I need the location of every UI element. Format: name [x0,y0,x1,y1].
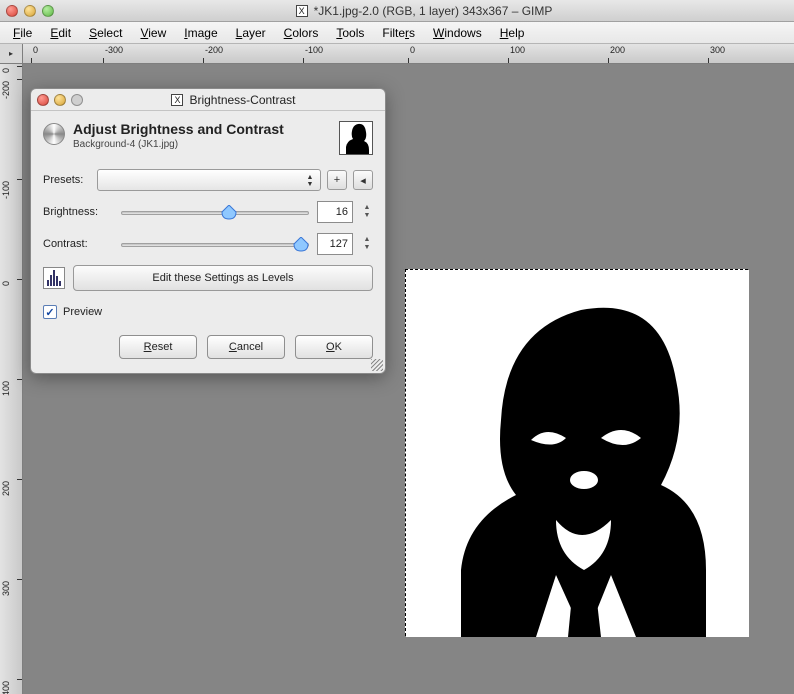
canvas-area: ▸ 0 -300 -200 -100 0 100 200 300 0 -200 … [0,44,794,694]
layer-thumbnail [339,121,373,155]
menu-file[interactable]: File [4,22,41,43]
close-window-button[interactable] [6,5,18,17]
brightness-value-input[interactable]: 16 [317,201,353,223]
plus-icon: + [334,174,340,186]
ruler-v-tick: 200 [1,481,11,496]
ruler-v-tick: 300 [1,581,11,596]
ruler-h-tick: -300 [105,45,123,55]
ruler-h-tick: 200 [610,45,625,55]
ruler-h-tick: 0 [33,45,38,55]
ruler-v-tick: -100 [1,181,11,199]
brightness-contrast-icon [43,123,65,145]
ruler-v-tick: 100 [1,381,11,396]
preview-label: Preview [63,306,102,318]
dialog-minimize-button[interactable] [54,94,66,106]
canvas-image[interactable] [405,269,748,636]
reset-button[interactable]: Reset [119,335,197,359]
image-content [406,270,749,637]
dialog-titlebar[interactable]: X Brightness-Contrast [31,89,385,111]
menu-tools[interactable]: Tools [327,22,373,43]
menu-help[interactable]: Help [491,22,534,43]
preset-menu-button[interactable]: ◂ [353,170,373,190]
zoom-window-button[interactable] [42,5,54,17]
menu-edit[interactable]: Edit [41,22,80,43]
ruler-h-tick: 100 [510,45,525,55]
brightness-slider[interactable] [121,203,309,221]
contrast-value-input[interactable]: 127 [317,233,353,255]
brightness-contrast-dialog: X Brightness-Contrast Adjust Brightness … [30,88,386,374]
resize-grip[interactable] [371,359,383,371]
presets-label: Presets: [43,174,91,186]
dialog-title: X Brightness-Contrast [88,93,379,107]
edit-as-levels-label: Edit these Settings as Levels [152,272,293,284]
menu-image[interactable]: Image [175,22,226,43]
dialog-subtitle: Background-4 (JK1.jpg) [73,139,331,150]
ruler-h-tick: 0 [410,45,415,55]
add-preset-button[interactable]: + [327,170,347,190]
ruler-horizontal[interactable]: 0 -300 -200 -100 0 100 200 300 [23,44,794,64]
window-title-text: *JK1.jpg-2.0 (RGB, 1 layer) 343x367 – GI… [314,4,553,18]
window-titlebar: X *JK1.jpg-2.0 (RGB, 1 layer) 343x367 – … [0,0,794,22]
brightness-label: Brightness: [43,206,113,218]
ok-button[interactable]: OK [295,335,373,359]
ruler-v-tick: -200 [1,81,11,99]
contrast-slider[interactable] [121,235,309,253]
ruler-vertical[interactable]: 0 -200 -100 0 100 200 300 400 [0,64,23,694]
preview-checkbox[interactable]: ✓ [43,305,57,319]
cancel-button[interactable]: Cancel [207,335,285,359]
dropdown-arrows-icon: ▲▼ [304,172,316,190]
contrast-label: Contrast: [43,238,113,250]
ruler-v-tick: 400 [1,681,11,694]
menu-bar: File Edit Select View Image Layer Colors… [0,22,794,44]
menu-windows[interactable]: Windows [424,22,491,43]
presets-dropdown[interactable]: ▲▼ [97,169,321,191]
dialog-title-text: Brightness-Contrast [189,93,295,107]
dialog-zoom-button[interactable] [71,94,83,106]
menu-filters[interactable]: Filters [373,22,424,43]
menu-view[interactable]: View [131,22,175,43]
edit-as-levels-button[interactable]: Edit these Settings as Levels [73,265,373,291]
levels-icon [43,267,65,289]
ruler-v-tick: 0 [1,68,11,73]
brightness-spinner[interactable]: ▲▼ [361,204,373,220]
ruler-h-tick: 300 [710,45,725,55]
ruler-v-tick: 0 [1,281,11,286]
ruler-h-tick: -100 [305,45,323,55]
ruler-corner[interactable]: ▸ [0,44,23,64]
contrast-spinner[interactable]: ▲▼ [361,236,373,252]
x-app-icon: X [296,5,308,17]
menu-colors[interactable]: Colors [275,22,328,43]
x-app-icon: X [171,94,183,106]
menu-select[interactable]: Select [80,22,131,43]
triangle-left-icon: ◂ [360,174,366,187]
dialog-heading: Adjust Brightness and Contrast [73,121,331,137]
menu-layer[interactable]: Layer [227,22,275,43]
window-title: X *JK1.jpg-2.0 (RGB, 1 layer) 343x367 – … [60,4,788,18]
ruler-h-tick: -200 [205,45,223,55]
minimize-window-button[interactable] [24,5,36,17]
dialog-close-button[interactable] [37,94,49,106]
